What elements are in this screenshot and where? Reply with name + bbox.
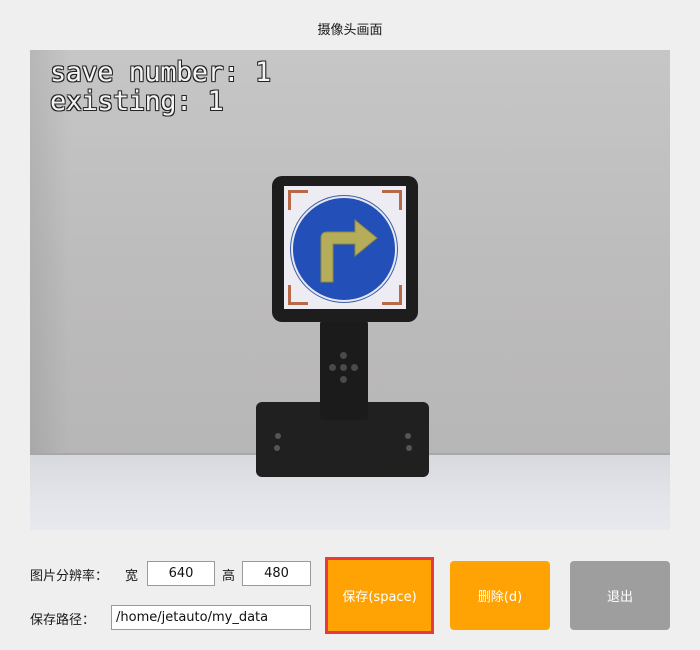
- save-number-overlay: save number: 1: [50, 57, 271, 88]
- height-input[interactable]: [242, 561, 311, 586]
- post-button: [351, 364, 358, 371]
- base-screw: [274, 445, 280, 451]
- resolution-label: 图片分辨率：: [30, 569, 109, 584]
- width-label: 宽: [125, 569, 139, 584]
- height-label: 高: [222, 569, 236, 584]
- turn-right-arrow-icon: [320, 218, 378, 283]
- post-button: [340, 352, 347, 359]
- base-screw: [275, 433, 281, 439]
- width-input[interactable]: [147, 561, 215, 586]
- post-button: [340, 364, 347, 371]
- post-button: [329, 364, 336, 371]
- existing-overlay: existing: 1: [50, 86, 224, 117]
- save-path-label: 保存路径：: [30, 613, 96, 628]
- base-screw: [406, 445, 412, 451]
- camera-view: save number: 1 existing: 1: [30, 50, 670, 530]
- window-title: 摄像头画面: [317, 23, 383, 38]
- post-button: [340, 376, 347, 383]
- save-button[interactable]: 保存(space): [325, 557, 434, 634]
- save-path-input[interactable]: [111, 605, 311, 630]
- exit-button[interactable]: 退出: [570, 561, 670, 630]
- delete-button[interactable]: 删除(d): [450, 561, 550, 630]
- base-screw: [405, 433, 411, 439]
